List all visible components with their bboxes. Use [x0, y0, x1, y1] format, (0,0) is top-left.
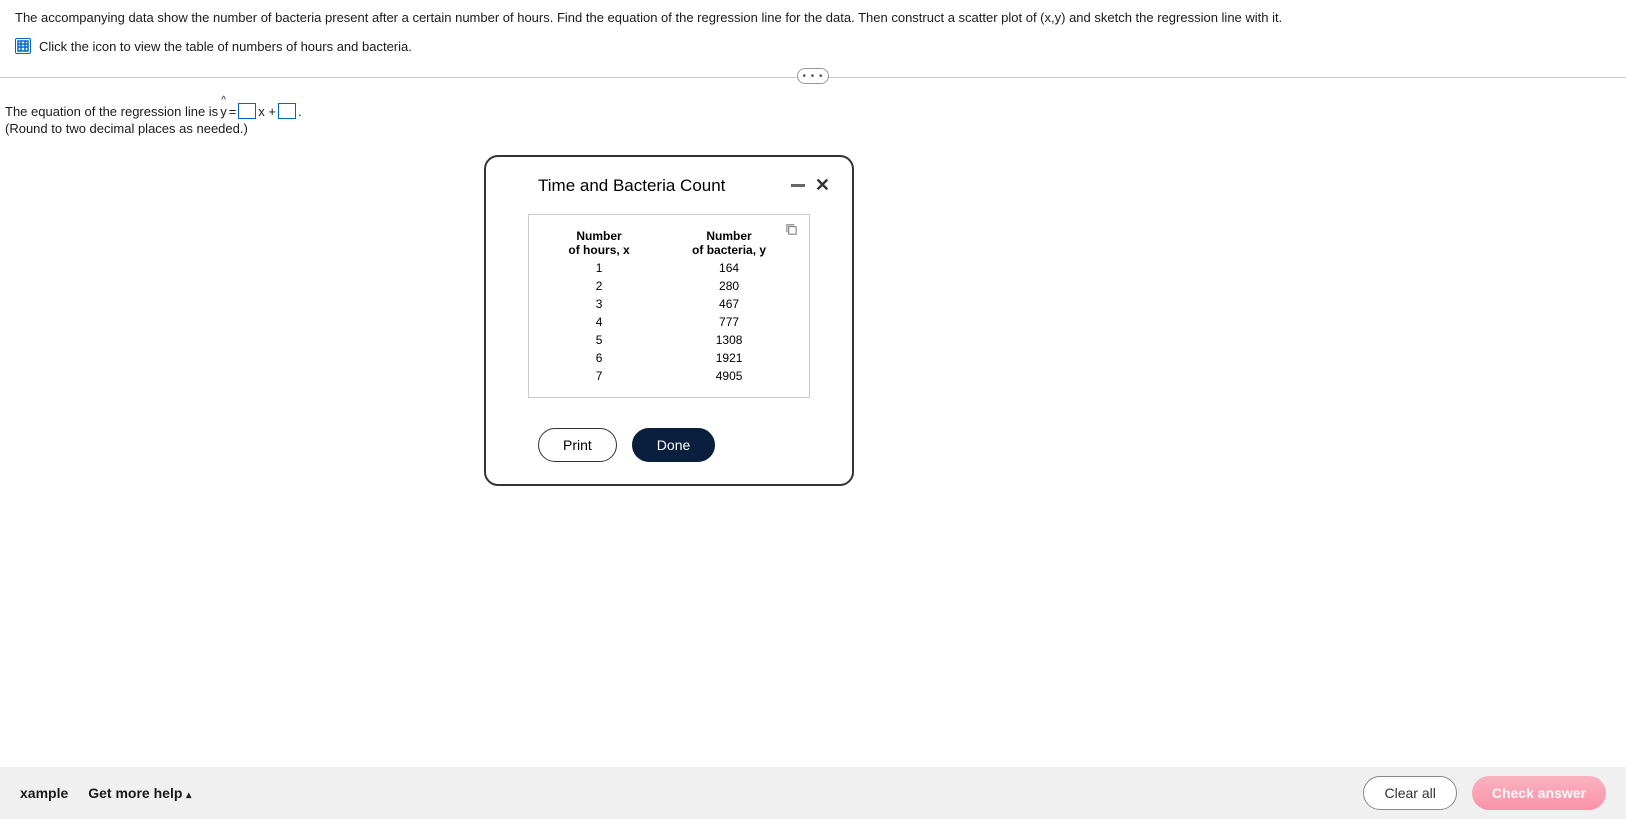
copy-icon[interactable]: [785, 223, 797, 235]
rounding-hint: (Round to two decimal places as needed.): [5, 121, 1621, 136]
clear-all-button[interactable]: Clear all: [1363, 776, 1456, 810]
cell-y: 1921: [659, 349, 799, 367]
table-row: 51308: [539, 331, 799, 349]
table-link-row: Click the icon to view the table of numb…: [0, 30, 1626, 62]
caret-up-icon: ▴: [186, 790, 191, 801]
table-row: 4777: [539, 313, 799, 331]
data-table: Number of hours, x Number of bacteria, y…: [539, 227, 799, 385]
table-row: 3467: [539, 295, 799, 313]
print-button[interactable]: Print: [538, 428, 617, 462]
table-link-text[interactable]: Click the icon to view the table of numb…: [39, 39, 412, 54]
cell-x: 7: [539, 367, 659, 385]
ellipsis-toggle[interactable]: • • •: [797, 68, 829, 84]
col-y-header: Number of bacteria, y: [659, 227, 799, 259]
equation-section: The equation of the regression line is y…: [0, 78, 1626, 141]
minimize-icon[interactable]: [791, 184, 805, 187]
cell-y: 777: [659, 313, 799, 331]
intercept-input[interactable]: [278, 103, 296, 119]
check-answer-button[interactable]: Check answer: [1472, 776, 1606, 810]
cell-x: 1: [539, 259, 659, 277]
slope-input[interactable]: [238, 103, 256, 119]
cell-x: 6: [539, 349, 659, 367]
footer-right: Clear all Check answer: [1363, 776, 1606, 810]
done-button[interactable]: Done: [632, 428, 715, 462]
footer-left: xample Get more help ▴: [20, 785, 191, 801]
modal-buttons: Print Done: [508, 428, 830, 462]
more-help-link[interactable]: Get more help ▴: [88, 785, 191, 801]
table-row: 1164: [539, 259, 799, 277]
table-row: 74905: [539, 367, 799, 385]
modal-title: Time and Bacteria Count: [508, 176, 725, 196]
x-plus-label: x +: [258, 104, 276, 119]
period: .: [298, 104, 302, 119]
modal-header: Time and Bacteria Count ✕: [508, 175, 830, 196]
equation-line: The equation of the regression line is y…: [5, 103, 1621, 119]
equals-sign: =: [229, 104, 237, 119]
data-table-wrapper: Number of hours, x Number of bacteria, y…: [528, 214, 810, 398]
table-row: 2280: [539, 277, 799, 295]
data-modal: Time and Bacteria Count ✕ Number of hour…: [484, 155, 854, 486]
close-icon[interactable]: ✕: [815, 175, 830, 196]
cell-x: 4: [539, 313, 659, 331]
table-row: 61921: [539, 349, 799, 367]
cell-y: 280: [659, 277, 799, 295]
table-icon[interactable]: [15, 38, 31, 54]
y-hat-label: y: [220, 104, 227, 119]
question-text: The accompanying data show the number of…: [0, 0, 1626, 30]
cell-y: 164: [659, 259, 799, 277]
cell-y: 1308: [659, 331, 799, 349]
col-x-header: Number of hours, x: [539, 227, 659, 259]
equation-prefix: The equation of the regression line is: [5, 104, 218, 119]
cell-x: 2: [539, 277, 659, 295]
cell-y: 4905: [659, 367, 799, 385]
modal-controls: ✕: [791, 175, 830, 196]
cell-y: 467: [659, 295, 799, 313]
cell-x: 3: [539, 295, 659, 313]
example-link[interactable]: xample: [20, 785, 68, 801]
cell-x: 5: [539, 331, 659, 349]
divider: • • •: [0, 77, 1626, 78]
footer: xample Get more help ▴ Clear all Check a…: [0, 767, 1626, 819]
